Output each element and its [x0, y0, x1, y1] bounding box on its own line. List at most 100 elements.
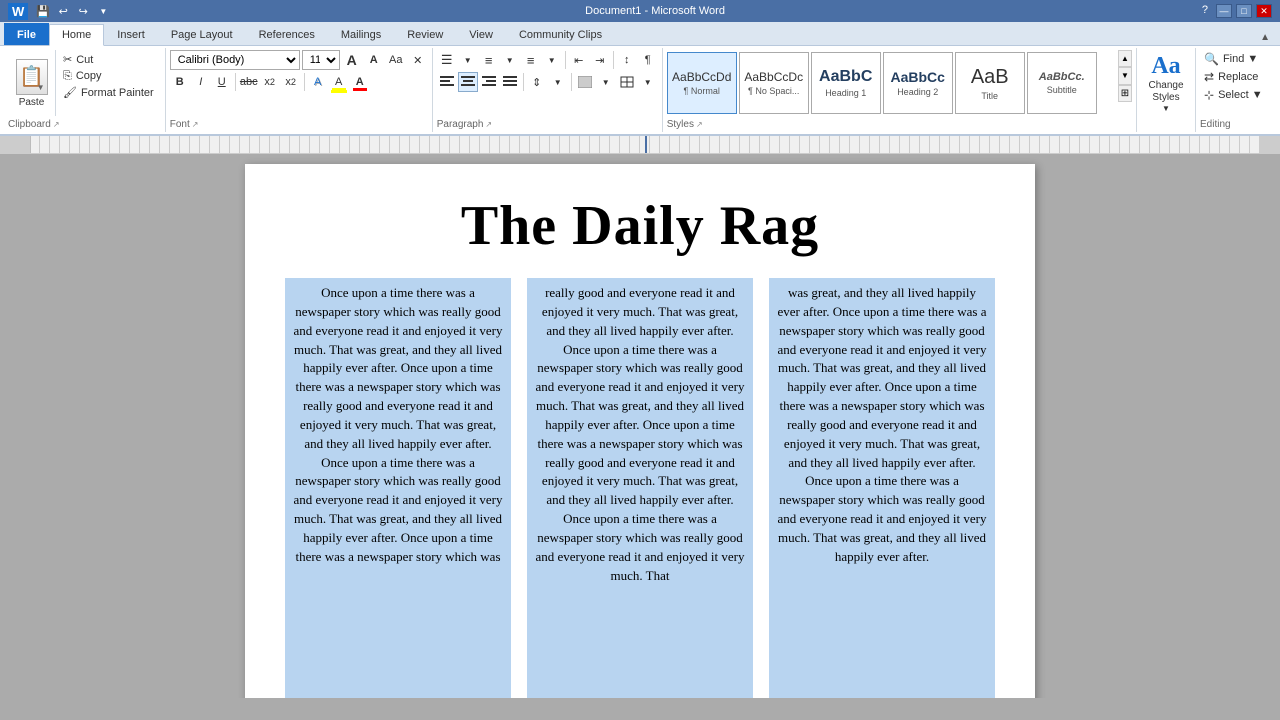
styles-expand-icon[interactable]: ↗: [696, 120, 703, 129]
document-page[interactable]: The Daily Rag Once upon a time there was…: [245, 164, 1035, 698]
style-heading2[interactable]: AaBbCc Heading 2: [883, 52, 953, 114]
tab-review[interactable]: Review: [394, 23, 456, 45]
paragraph-group: ☰ ▼ ≡ ▼ ≡ ▼ ⇤ ⇥ ↕ ¶: [433, 48, 663, 132]
quick-access-bar: W 💾 ↩ ↪ ▼: [8, 2, 112, 20]
numbering-btn[interactable]: ≡: [479, 50, 499, 70]
shrink-font-btn[interactable]: A: [364, 50, 384, 70]
style-more-btn[interactable]: ⊞: [1118, 85, 1132, 102]
document-column-3[interactable]: was great, and they all lived happily ev…: [769, 278, 995, 698]
multilevel-btn[interactable]: ≡: [521, 50, 541, 70]
increase-indent-btn[interactable]: ⇥: [590, 50, 610, 70]
undo-qa-btn[interactable]: ↩: [54, 2, 72, 20]
paste-button[interactable]: 📋 ▼ Paste: [8, 50, 56, 116]
shading-btn[interactable]: [575, 72, 595, 92]
minimize-btn[interactable]: —: [1216, 4, 1232, 18]
shading-icon: [578, 76, 592, 88]
clipboard-expand-icon[interactable]: ↗: [53, 120, 60, 129]
tab-references[interactable]: References: [246, 23, 328, 45]
restore-btn[interactable]: □: [1236, 4, 1252, 18]
document-title: The Daily Rag: [285, 194, 995, 258]
font-expand-icon[interactable]: ↗: [192, 120, 199, 129]
style-title[interactable]: AaB Title: [955, 52, 1025, 114]
shading-dropdown[interactable]: ▼: [596, 72, 616, 92]
tab-home[interactable]: Home: [49, 24, 104, 46]
ruler-cursor: [645, 136, 647, 153]
line-spacing-dropdown[interactable]: ▼: [548, 72, 568, 92]
change-styles-btn[interactable]: Aa ChangeStyles ▼: [1137, 48, 1195, 118]
paste-label: Paste: [19, 97, 45, 108]
document-area: The Daily Rag Once upon a time there was…: [0, 154, 1280, 698]
borders-dropdown[interactable]: ▼: [638, 72, 658, 92]
find-btn[interactable]: 🔍 Find ▼: [1200, 50, 1272, 68]
style-heading1[interactable]: AaBbC Heading 1: [811, 52, 881, 114]
copy-button[interactable]: ⎘ Copy: [60, 69, 157, 84]
select-icon: ⊹: [1204, 88, 1214, 102]
text-effects-btn[interactable]: A: [308, 72, 328, 92]
bold-btn[interactable]: B: [170, 72, 190, 92]
font-group: Calibri (Body) 11 A A Aa ✕ B I U abc x2 …: [166, 48, 433, 132]
document-column-2[interactable]: really good and everyone read it and enj…: [527, 278, 753, 698]
font-label: Font ↗: [170, 119, 199, 130]
qa-dropdown-btn[interactable]: ▼: [94, 2, 112, 20]
clipboard-group: 📋 ▼ Paste ✂ Cut ⎘ Copy 🖌 Format Painter …: [4, 48, 166, 132]
highlight-color-btn[interactable]: A: [329, 72, 349, 92]
align-left-btn[interactable]: [437, 72, 457, 92]
subscript-btn[interactable]: x2: [260, 72, 280, 92]
justify-btn[interactable]: [500, 72, 520, 92]
style-scroll-up[interactable]: ▲: [1118, 50, 1132, 67]
justify-icon: [503, 76, 517, 88]
cut-button[interactable]: ✂ Cut: [60, 52, 157, 67]
show-hide-btn[interactable]: ¶: [638, 50, 658, 70]
align-right-icon: [482, 76, 496, 88]
align-left-icon: [440, 76, 454, 88]
align-center-btn[interactable]: [458, 72, 478, 92]
align-center-icon: [461, 76, 475, 88]
style-scroll-down[interactable]: ▼: [1118, 67, 1132, 84]
save-qa-btn[interactable]: 💾: [34, 2, 52, 20]
multilevel-dropdown[interactable]: ▼: [542, 50, 562, 70]
bullets-dropdown[interactable]: ▼: [458, 50, 478, 70]
style-subtitle[interactable]: AaBbCc. Subtitle: [1027, 52, 1097, 114]
style-no-spacing[interactable]: AaBbCcDc ¶ No Spaci...: [739, 52, 809, 114]
clear-format-btn[interactable]: ✕: [408, 50, 428, 70]
ribbon: 📋 ▼ Paste ✂ Cut ⎘ Copy 🖌 Format Painter …: [0, 46, 1280, 136]
help-btn[interactable]: ?: [1198, 4, 1212, 18]
tab-insert[interactable]: Insert: [104, 23, 158, 45]
font-name-row: Calibri (Body) 11 A A Aa ✕: [170, 50, 428, 70]
editing-label: Editing: [1200, 119, 1231, 130]
copy-icon: ⎘: [63, 70, 72, 83]
sep5: [523, 73, 524, 91]
line-spacing-btn[interactable]: ⇕: [527, 72, 547, 92]
tab-page-layout[interactable]: Page Layout: [158, 23, 246, 45]
tab-community[interactable]: Community Clips: [506, 23, 615, 45]
font-name-select[interactable]: Calibri (Body): [170, 50, 300, 70]
grow-font-btn[interactable]: A: [342, 50, 362, 70]
change-case-btn[interactable]: Aa: [386, 50, 406, 70]
tab-view[interactable]: View: [456, 23, 506, 45]
bullets-btn[interactable]: ☰: [437, 50, 457, 70]
decrease-indent-btn[interactable]: ⇤: [569, 50, 589, 70]
font-size-select[interactable]: 11: [302, 50, 340, 70]
italic-btn[interactable]: I: [191, 72, 211, 92]
ruler: [0, 136, 1280, 154]
style-normal[interactable]: AaBbCcDd ¶ Normal: [667, 52, 737, 114]
document-column-1[interactable]: Once upon a time there was a newspaper s…: [285, 278, 511, 698]
numbering-dropdown[interactable]: ▼: [500, 50, 520, 70]
borders-btn[interactable]: [617, 72, 637, 92]
underline-btn[interactable]: U: [212, 72, 232, 92]
strikethrough-btn[interactable]: abc: [239, 72, 259, 92]
tab-mailings[interactable]: Mailings: [328, 23, 394, 45]
select-btn[interactable]: ⊹ Select ▼: [1200, 86, 1272, 104]
sort-btn[interactable]: ↕: [617, 50, 637, 70]
change-styles-group: Aa ChangeStyles ▼: [1137, 48, 1196, 132]
format-painter-button[interactable]: 🖌 Format Painter: [60, 85, 157, 100]
replace-btn[interactable]: ⇄ Replace: [1200, 68, 1272, 86]
tab-file[interactable]: File: [4, 23, 49, 45]
align-right-btn[interactable]: [479, 72, 499, 92]
close-btn[interactable]: ✕: [1256, 4, 1272, 18]
superscript-btn[interactable]: x2: [281, 72, 301, 92]
redo-qa-btn[interactable]: ↪: [74, 2, 92, 20]
font-color-btn[interactable]: A: [350, 72, 370, 92]
ribbon-collapse-btn[interactable]: ▲: [1254, 30, 1276, 45]
paragraph-expand-icon[interactable]: ↗: [485, 120, 492, 129]
